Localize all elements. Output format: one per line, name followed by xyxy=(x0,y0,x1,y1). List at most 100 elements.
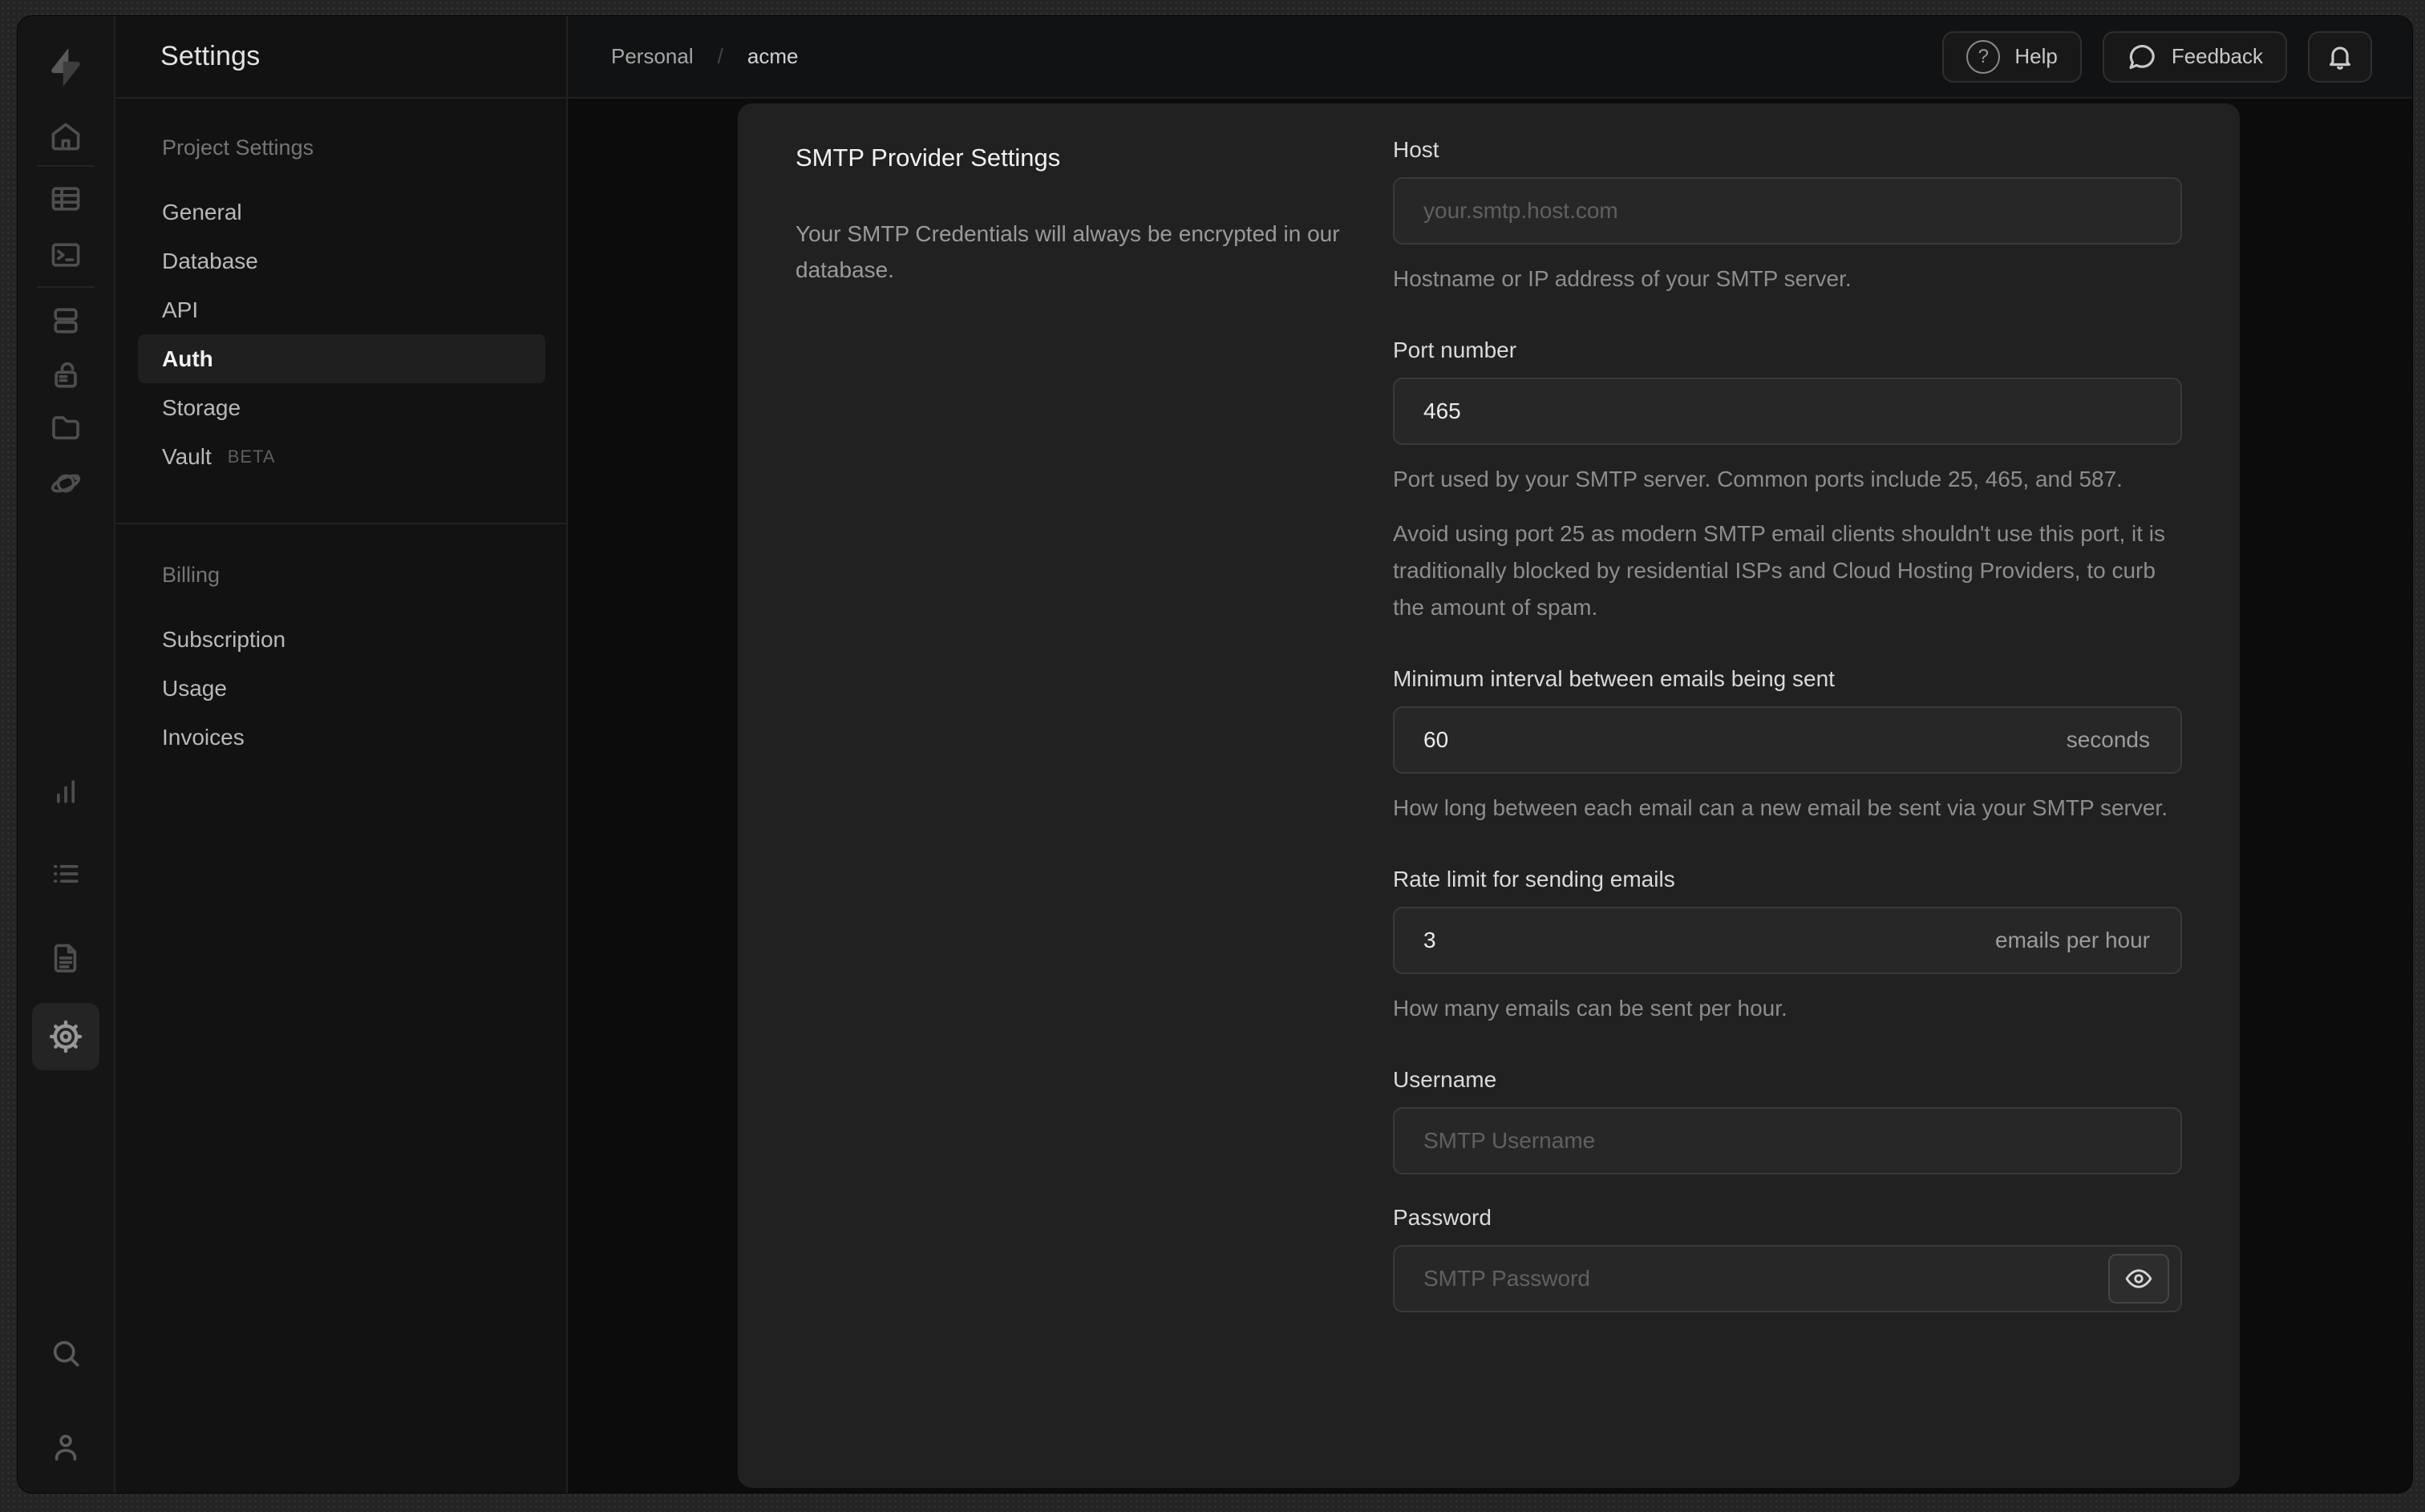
sidebar-item-database[interactable]: Database xyxy=(115,237,566,285)
sidebar-item-api[interactable]: API xyxy=(115,285,566,334)
interval-label: Minimum interval between emails being se… xyxy=(1393,666,1835,691)
sidebar-item-subscription[interactable]: Subscription xyxy=(115,615,566,664)
smtp-settings-card: SMTP Provider Settings Your SMTP Credent… xyxy=(738,103,2240,1488)
sidebar-item-vault[interactable]: Vault BETA xyxy=(115,432,566,481)
username-input[interactable] xyxy=(1423,1128,2169,1154)
rail-storage-button[interactable] xyxy=(40,401,91,452)
rail-account-button[interactable] xyxy=(40,1421,91,1473)
table-editor-icon xyxy=(51,187,80,211)
reports-icon xyxy=(57,780,75,803)
auth-lock-icon xyxy=(55,362,77,388)
section-header-billing: Billing xyxy=(162,563,221,587)
host-help-text: Hostname or IP address of your SMTP serv… xyxy=(1393,266,1852,291)
search-icon xyxy=(53,1340,79,1367)
smtp-form: Host Hostname or IP address of your SMTP… xyxy=(1393,137,2182,1454)
interval-input-wrapper: seconds xyxy=(1393,706,2182,774)
storage-icon xyxy=(52,416,79,440)
content-region: SMTP Provider Settings Your SMTP Credent… xyxy=(568,99,2412,1493)
rail-search-button[interactable] xyxy=(40,1328,91,1379)
user-icon xyxy=(55,1434,77,1461)
sql-editor-icon xyxy=(51,243,80,267)
port-input-wrapper xyxy=(1393,378,2182,445)
rate-limit-field: Rate limit for sending emails emails per… xyxy=(1393,867,2182,1027)
host-field: Host Hostname or IP address of your SMTP… xyxy=(1393,137,2182,297)
rate-limit-unit-suffix: emails per hour xyxy=(1995,928,2150,952)
toggle-password-visibility-button[interactable] xyxy=(2108,1254,2169,1304)
section-header-project-settings: Project Settings xyxy=(162,135,314,160)
help-circle-icon: ? xyxy=(1966,39,2001,74)
sidebar-item-invoices[interactable]: Invoices xyxy=(115,713,566,762)
interval-help-text: How long between each email can a new em… xyxy=(1393,795,2168,820)
breadcrumb-project[interactable]: acme xyxy=(747,44,799,69)
smtp-card-intro: SMTP Provider Settings Your SMTP Credent… xyxy=(796,137,1357,1454)
settings-sidebar: Settings Project Settings General Databa… xyxy=(114,16,568,1493)
rail-docs-button[interactable] xyxy=(40,932,91,984)
supabase-logo[interactable] xyxy=(43,45,88,90)
page-title: Settings xyxy=(160,41,261,71)
sidebar-item-storage[interactable]: Storage xyxy=(115,383,566,432)
interval-field: Minimum interval between emails being se… xyxy=(1393,666,2182,827)
database-icon xyxy=(54,308,78,334)
breadcrumb-separator: / xyxy=(717,44,723,68)
password-input-wrapper xyxy=(1393,1245,2182,1312)
sidebar-item-usage[interactable]: Usage xyxy=(115,664,566,713)
sidebar-nav: Project Settings General Database API Au… xyxy=(115,99,566,762)
rail-logs-button[interactable] xyxy=(40,848,91,900)
feedback-button[interactable]: Feedback xyxy=(2102,30,2287,83)
interval-input[interactable] xyxy=(1423,727,2067,753)
logs-icon xyxy=(53,865,79,883)
icon-rail xyxy=(18,16,114,1493)
host-label: Host xyxy=(1393,137,1439,162)
rail-database-button[interactable] xyxy=(40,295,91,346)
password-field: Password xyxy=(1393,1205,2182,1312)
settings-gear-icon xyxy=(49,1020,83,1053)
username-input-wrapper xyxy=(1393,1107,2182,1174)
rate-limit-help-text: How many emails can be sent per hour. xyxy=(1393,996,1787,1021)
port-field: Port number Port used by your SMTP serve… xyxy=(1393,338,2182,626)
rate-limit-input[interactable] xyxy=(1423,928,1996,953)
password-label: Password xyxy=(1393,1205,1492,1230)
top-bar-actions: ? Help Feedback xyxy=(1942,30,2372,83)
host-input-wrapper xyxy=(1393,177,2182,245)
rate-limit-input-wrapper: emails per hour xyxy=(1393,907,2182,974)
port-input[interactable] xyxy=(1423,398,2169,424)
sidebar-section-divider xyxy=(115,523,566,524)
rate-limit-label: Rate limit for sending emails xyxy=(1393,867,1675,891)
host-input[interactable] xyxy=(1423,198,2169,224)
breadcrumb-org[interactable]: Personal xyxy=(611,44,694,69)
rail-edge-functions-button[interactable] xyxy=(40,458,91,509)
rail-auth-button[interactable] xyxy=(40,350,91,401)
username-label: Username xyxy=(1393,1067,1497,1092)
smtp-card-description: Your SMTP Credentials will always be enc… xyxy=(796,221,1340,282)
notifications-button[interactable] xyxy=(2308,30,2372,83)
port-note-text: Avoid using port 25 as modern SMTP email… xyxy=(1393,521,2166,620)
beta-badge: BETA xyxy=(227,446,276,467)
password-input[interactable] xyxy=(1423,1266,2108,1292)
top-bar: Personal / acme ? Help Feedback xyxy=(568,16,2412,99)
main-area: Personal / acme ? Help Feedback SMTP Pro… xyxy=(568,16,2412,1493)
help-button[interactable]: ? Help xyxy=(1942,30,2082,83)
supabase-bolt-icon xyxy=(51,48,80,87)
interval-unit-suffix: seconds xyxy=(2066,727,2150,752)
app-window: Settings Project Settings General Databa… xyxy=(18,16,2412,1493)
sidebar-header: Settings xyxy=(115,16,566,99)
docs-icon xyxy=(54,944,77,972)
username-field: Username xyxy=(1393,1067,2182,1174)
port-help-text: Port used by your SMTP server. Common po… xyxy=(1393,467,2123,491)
rail-divider xyxy=(37,165,95,167)
bell-icon xyxy=(2330,46,2350,70)
rail-settings-button[interactable] xyxy=(32,1003,99,1070)
sidebar-item-auth[interactable]: Auth xyxy=(138,334,545,383)
screenshot-root: Settings Project Settings General Databa… xyxy=(0,0,2425,1512)
home-icon xyxy=(51,123,80,151)
rail-reports-button[interactable] xyxy=(40,766,91,817)
eye-icon xyxy=(2125,1269,2152,1288)
sidebar-item-general[interactable]: General xyxy=(115,188,566,237)
rail-sql-editor-button[interactable] xyxy=(40,229,91,281)
rail-home-button[interactable] xyxy=(40,111,91,162)
edge-functions-icon xyxy=(51,474,81,493)
port-label: Port number xyxy=(1393,338,1517,362)
rail-divider xyxy=(37,286,95,288)
feedback-bubble-icon xyxy=(2129,44,2155,69)
rail-table-editor-button[interactable] xyxy=(40,173,91,224)
